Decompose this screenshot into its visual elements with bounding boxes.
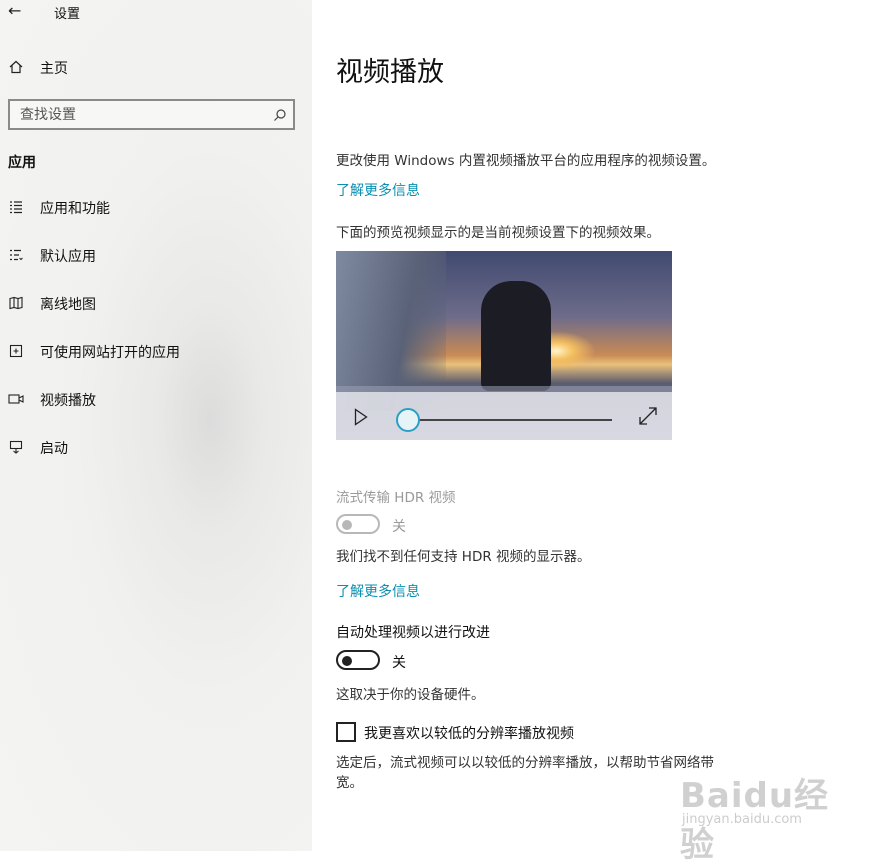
auto-process-toggle[interactable]: [336, 650, 380, 670]
seek-thumb[interactable]: [396, 408, 420, 432]
sidebar-item-label: 视频播放: [40, 393, 96, 409]
auto-process-label: 自动处理视频以进行改进: [336, 625, 490, 641]
play-icon[interactable]: [354, 408, 368, 430]
video-frame-person: [481, 281, 551, 391]
auto-process-note: 这取决于你的设备硬件。: [336, 687, 485, 703]
toggle-knob: [342, 656, 352, 666]
fullscreen-icon[interactable]: [638, 406, 658, 430]
sidebar-item-apps-for-websites[interactable]: 可使用网站打开的应用: [0, 331, 312, 371]
section-title: 应用: [8, 155, 36, 171]
sidebar-item-label: 主页: [40, 61, 68, 77]
hdr-label: 流式传输 HDR 视频: [336, 490, 456, 506]
low-resolution-checkbox[interactable]: [336, 722, 356, 742]
window-title: 设置: [54, 7, 81, 22]
baidu-watermark: Baidu经验 jingyan.baidu.com: [680, 748, 850, 865]
sidebar-item-label: 离线地图: [40, 297, 96, 313]
main-content: 视频播放 更改使用 Windows 内置视频播放平台的应用程序的视频设置。 了解…: [312, 0, 889, 851]
sidebar-item-label: 启动: [40, 441, 68, 457]
title-bar: ← 设置: [0, 0, 312, 24]
page-description: 更改使用 Windows 内置视频播放平台的应用程序的视频设置。: [336, 153, 716, 169]
low-resolution-label: 我更喜欢以较低的分辨率播放视频: [364, 726, 574, 742]
video-controls: [336, 392, 672, 440]
search-input[interactable]: [10, 101, 270, 128]
seek-bar[interactable]: [407, 419, 612, 421]
low-resolution-note-line2: 宽。: [336, 775, 363, 791]
hdr-toggle[interactable]: [336, 514, 380, 534]
low-resolution-note-line1: 选定后，流式视频可以以较低的分辨率播放，以帮助节省网络带: [336, 755, 714, 771]
sidebar-item-startup[interactable]: 启动: [0, 427, 312, 467]
search-box: [8, 99, 295, 130]
auto-process-toggle-state: 关: [392, 655, 406, 671]
sidebar-item-default-apps[interactable]: 默认应用: [0, 235, 312, 275]
default-apps-icon: [8, 247, 24, 263]
preview-description: 下面的预览视频显示的是当前视频设置下的视频效果。: [336, 225, 660, 241]
sidebar-item-offline-maps[interactable]: 离线地图: [0, 283, 312, 323]
open-external-icon: [8, 343, 24, 359]
sidebar-item-label: 默认应用: [40, 249, 96, 265]
sidebar-item-video-playback[interactable]: 视频播放: [0, 379, 312, 419]
list-icon: [8, 199, 24, 215]
sidebar-item-apps-features[interactable]: 应用和功能: [0, 187, 312, 227]
sidebar-item-label: 应用和功能: [40, 201, 110, 217]
hdr-toggle-state: 关: [392, 519, 406, 535]
toggle-knob: [342, 520, 352, 530]
search-icon[interactable]: [273, 107, 287, 126]
back-arrow-icon[interactable]: ←: [8, 0, 21, 22]
sidebar-item-label: 可使用网站打开的应用: [40, 345, 180, 361]
hdr-learn-more-link[interactable]: 了解更多信息: [336, 581, 420, 601]
page-title: 视频播放: [336, 57, 444, 88]
video-icon: [8, 391, 24, 407]
watermark-url: jingyan.baidu.com: [682, 812, 802, 827]
sidebar-item-home[interactable]: 主页: [0, 47, 312, 87]
home-icon: [8, 59, 24, 75]
video-preview: [336, 251, 672, 440]
startup-icon: [8, 439, 24, 455]
learn-more-link[interactable]: 了解更多信息: [336, 180, 420, 200]
sidebar: ← 设置 主页 应用 应用和功能 默认应用 离线地图: [0, 0, 312, 851]
map-icon: [8, 295, 24, 311]
hdr-note: 我们找不到任何支持 HDR 视频的显示器。: [336, 549, 591, 565]
